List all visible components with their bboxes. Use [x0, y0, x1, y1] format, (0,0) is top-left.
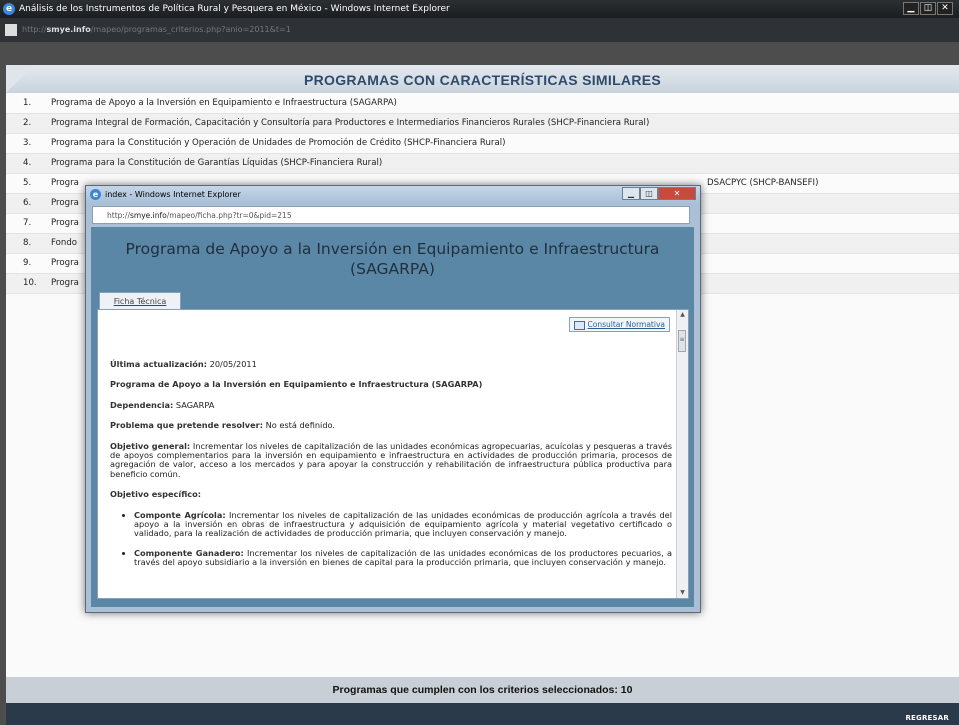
program-title: Programa de Apoyo a la Inversión en Equi…	[125, 240, 660, 278]
popup-title: index - Windows Internet Explorer	[105, 190, 241, 199]
program-link[interactable]: Programa de Apoyo a la Inversión en Equi…	[51, 94, 397, 113]
popup-close-button[interactable]: ✕	[658, 187, 696, 200]
program-link[interactable]: Progra	[51, 214, 79, 233]
window-controls: ▁ ◫ ✕	[902, 2, 953, 15]
program-link[interactable]: Progra	[51, 254, 79, 273]
ficha-document: Consultar Normativa Última actualización…	[110, 317, 673, 578]
item-number: 2.	[23, 118, 32, 128]
tab-ficha-tecnica[interactable]: Ficha Técnica	[99, 292, 181, 310]
results-count: Programas que cumplen con los criterios …	[6, 677, 959, 703]
dependencia: Dependencia: SAGARPA	[110, 399, 215, 410]
scroll-thumb[interactable]: ≡	[678, 330, 686, 352]
objetivo-especifico-heading: Objetivo específico:	[110, 489, 202, 500]
popup-window-controls: ▁ ◫ ✕	[622, 187, 696, 200]
list-item: Componente Ganadero: Incrementar los niv…	[134, 548, 672, 568]
item-number: 5.	[23, 178, 32, 188]
maximize-button[interactable]: ◫	[920, 2, 936, 15]
program-detail-window: e index - Windows Internet Explorer ▁ ◫ …	[85, 185, 701, 613]
popup-title-bar: e index - Windows Internet Explorer ▁ ◫ …	[86, 186, 700, 204]
internet-explorer-icon: e	[90, 189, 101, 200]
item-number: 4.	[23, 158, 32, 168]
document-icon	[573, 320, 585, 330]
page-icon	[5, 24, 17, 36]
item-number: 10.	[23, 278, 37, 288]
page-title: PROGRAMAS CON CARACTERÍSTICAS SIMILARES	[303, 72, 662, 88]
program-link[interactable]: Fondo	[51, 234, 77, 253]
item-number: 8.	[23, 238, 32, 248]
item-number: 7.	[23, 218, 32, 228]
list-item[interactable]: 1. Programa de Apoyo a la Inversión en Eq…	[6, 94, 959, 114]
browser-title-bar: e Análisis de los Instrumentos de Políti…	[0, 0, 959, 18]
list-item[interactable]: 3. Programa para la Constitución y Operac…	[6, 134, 959, 154]
popup-content: Programa de Apoyo a la Inversión en Equi…	[91, 227, 694, 607]
scroll-down-icon[interactable]: ▼	[678, 588, 687, 598]
results-header: PROGRAMAS CON CARACTERÍSTICAS SIMILARES	[6, 65, 959, 93]
scroll-up-icon[interactable]: ▲	[678, 310, 687, 320]
program-link[interactable]: Programa para la Constitución y Operació…	[51, 134, 505, 153]
item-number: 9.	[23, 258, 32, 268]
list-item[interactable]: 2. Programa Integral de Formación, Capaci…	[6, 114, 959, 134]
problema: Problema que pretende resolver: No está …	[110, 420, 335, 431]
consultar-normativa-button[interactable]: Consultar Normativa	[568, 317, 670, 332]
window-title: Análisis de los Instrumentos de Política…	[19, 4, 450, 14]
close-button[interactable]: ✕	[937, 2, 953, 15]
bottom-bar: REGRESAR	[6, 703, 959, 725]
componentes-list: Componte Agrícola: Incrementar los nivel…	[110, 510, 672, 568]
item-number: 3.	[23, 138, 32, 148]
popup-address-bar[interactable]: http://smye.info/mapeo/ficha.php?tr=0&pi…	[92, 206, 690, 224]
back-link[interactable]: REGRESAR	[905, 714, 949, 722]
program-link-tail[interactable]: DSACPYC (SHCP-BANSEFI)	[707, 174, 818, 193]
internet-explorer-icon: e	[3, 3, 15, 15]
minimize-button[interactable]: ▁	[903, 2, 919, 15]
program-link[interactable]: Progra	[51, 194, 79, 213]
item-number: 6.	[23, 198, 32, 208]
popup-minimize-button[interactable]: ▁	[622, 187, 640, 200]
ficha-panel: Consultar Normativa Última actualización…	[97, 309, 689, 599]
list-item: Componte Agrícola: Incrementar los nivel…	[134, 510, 672, 539]
program-link[interactable]: Progra	[51, 174, 79, 193]
url-text[interactable]: http://smye.info/mapeo/programas_criteri…	[22, 23, 291, 37]
popup-maximize-button[interactable]: ◫	[640, 187, 658, 200]
address-bar[interactable]: http://smye.info/mapeo/programas_criteri…	[0, 18, 959, 42]
program-link[interactable]: Progra	[51, 274, 79, 293]
program-name: Programa de Apoyo a la Inversión en Equi…	[110, 379, 483, 390]
program-link[interactable]: Programa Integral de Formación, Capacita…	[51, 114, 649, 133]
program-link[interactable]: Programa para la Constitución de Garantí…	[51, 154, 382, 173]
vertical-scrollbar[interactable]: ▲ ≡ ▼	[676, 310, 688, 598]
item-number: 1.	[23, 98, 32, 108]
last-updated: Última actualización: 20/05/2011	[110, 359, 257, 369]
list-item[interactable]: 4. Programa para la Constitución de Garan…	[6, 154, 959, 174]
objetivo-general: Objetivo general: Incrementar los nivele…	[110, 440, 673, 479]
